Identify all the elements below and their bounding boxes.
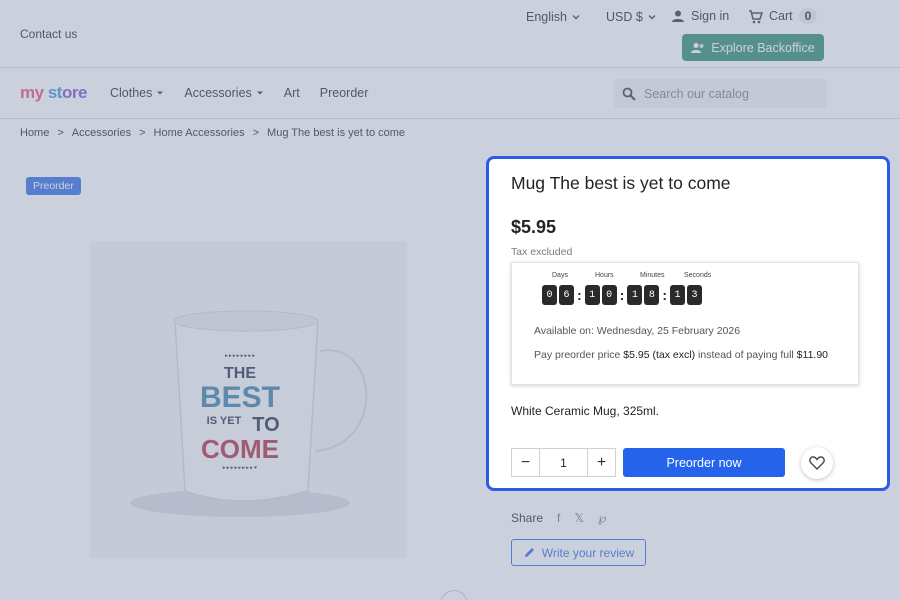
menu-item-preorder[interactable]: Preorder [320,86,369,100]
svg-text:THE: THE [224,365,256,382]
contact-link[interactable]: Contact us [20,27,77,41]
search-input[interactable]: Search our catalog [614,79,827,108]
breadcrumb-home-accessories[interactable]: Home Accessories [154,127,245,139]
decrease-quantity-button[interactable]: − [512,449,539,476]
countdown-digit: 6 [559,285,574,305]
countdown-label-seconds: Seconds [684,272,712,279]
product-price: $5.95 [511,217,557,237]
countdown-digit: 0 [542,285,557,305]
preorder-info-box: Days Hours Minutes Seconds 0 6 : 1 0 : 1… [511,262,859,385]
quantity-input[interactable]: 1 [539,449,588,476]
cart-count-badge: 0 [798,8,818,24]
product-highlight-card: Mug The best is yet to come $5.95 Tax ex… [486,156,890,491]
chevron-down-icon [572,15,580,20]
caret-down-icon [256,91,263,95]
countdown-digit: 1 [584,285,600,305]
countdown-digit: 0 [601,285,617,305]
image-pager-dot[interactable] [440,590,468,600]
full-price: $11.90 [796,349,829,361]
backoffice-label: Explore Backoffice [711,40,815,55]
preorder-price: $5.95 (tax excl) [623,349,696,361]
chevron-down-icon [648,15,656,20]
preorder-price-note: Pay preorder price $5.95 (tax excl) inst… [534,349,829,361]
svg-text:COME: COME [201,434,279,464]
product-image[interactable]: ▸ ▸ ▸ ▸ ▸ ▸ ▸ ▸ THE BEST IS YET TO COME … [90,241,407,558]
menu-item-art[interactable]: Art [284,86,300,100]
cart-link[interactable]: Cart 0 [748,8,818,24]
breadcrumb-home[interactable]: Home [20,127,49,139]
sign-in-link[interactable]: Sign in [671,9,729,23]
write-review-button[interactable]: Write your review [511,539,646,566]
svg-text:IS YET: IS YET [207,415,242,427]
search-icon [622,87,636,101]
heart-icon [809,456,825,470]
user-icon [672,10,684,22]
breadcrumb-current: Mug The best is yet to come [267,127,406,139]
wishlist-button[interactable] [801,447,833,479]
caret-down-icon [157,91,164,95]
availability-date: Available on: Wednesday, 25 February 202… [534,325,741,337]
increase-quantity-button[interactable]: + [588,449,615,476]
main-nav: my store Clothes Accessories Art Preorde… [0,69,900,119]
share-label: Share [511,511,544,525]
search-placeholder: Search our catalog [644,86,749,101]
language-label: English [526,10,567,24]
currency-label: USD $ [606,10,643,24]
users-icon [691,42,704,53]
sign-in-label: Sign in [691,9,730,23]
top-bar: Contact us English USD $ Sign in Cart 0 … [0,0,900,68]
svg-text:▸ ▸ ▸ ▸ ▸ ▸ ▸ ▸ ♥: ▸ ▸ ▸ ▸ ▸ ▸ ▸ ▸ ♥ [222,465,257,471]
countdown-timer: 0 6 : 1 0 : 1 8 : 1 3 [542,285,704,305]
countdown-digit: 3 [687,285,703,305]
preorder-badge: Preorder [26,177,81,195]
product-description: White Ceramic Mug, 325ml. [511,404,660,418]
countdown-label-hours: Hours [595,272,614,279]
breadcrumb-accessories[interactable]: Accessories [72,127,131,139]
svg-text:TO: TO [252,414,279,436]
pinterest-icon[interactable]: ℘ [598,511,606,525]
x-twitter-icon[interactable]: 𝕏 [574,511,584,525]
product-title: Mug The best is yet to come [511,173,731,193]
pencil-icon [524,548,534,557]
countdown-digit: 8 [644,285,660,305]
language-select[interactable]: English [526,10,581,24]
breadcrumb: Home > Accessories > Home Accessories > Mug… [20,127,406,139]
preorder-now-button[interactable]: Preorder now [623,448,785,477]
cart-icon [749,9,763,23]
facebook-icon[interactable]: f [557,511,560,525]
currency-select[interactable]: USD $ [606,10,657,24]
svg-text:▸ ▸ ▸ ▸ ▸ ▸ ▸ ▸: ▸ ▸ ▸ ▸ ▸ ▸ ▸ ▸ [224,353,255,359]
countdown-digit: 1 [627,285,643,305]
menu-item-accessories[interactable]: Accessories [184,86,263,100]
menu-item-clothes[interactable]: Clothes [110,86,164,100]
write-review-label: Write your review [541,545,635,560]
quantity-stepper: − 1 + [511,448,616,477]
mug-image: ▸ ▸ ▸ ▸ ▸ ▸ ▸ ▸ THE BEST IS YET TO COME … [130,310,376,517]
tax-note: Tax excluded [511,246,573,258]
explore-backoffice-button[interactable]: Explore Backoffice [682,34,824,61]
share-row: Share f 𝕏 ℘ [511,511,606,525]
countdown-label-minutes: Minutes [640,272,665,279]
svg-text:BEST: BEST [200,381,280,414]
category-menu: Clothes Accessories Art Preorder [110,86,368,100]
store-logo[interactable]: my store [20,83,87,103]
countdown-digit: 1 [670,285,686,305]
cart-label: Cart [769,9,793,23]
countdown-label-days: Days [552,272,568,279]
